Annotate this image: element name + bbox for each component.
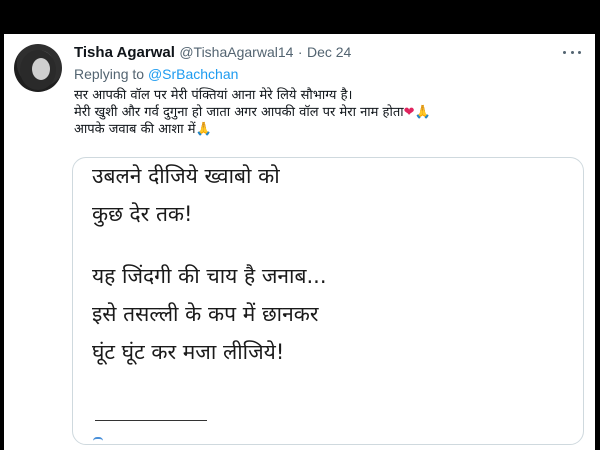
tweet-line-1: सर आपकी वॉल पर मेरी पंक्तियां आना मेरे ल… — [74, 87, 584, 104]
more-dot — [578, 50, 581, 54]
card-line-3: यह जिंदगी की चाय है जनाब... — [92, 264, 327, 288]
replying-to: Replying to @SrBachchan — [74, 66, 238, 82]
more-dot — [570, 50, 574, 54]
replying-to-label: Replying to — [74, 66, 145, 82]
pray-emoji-icon: 🙏 — [414, 105, 431, 120]
separator-dot: · — [297, 44, 303, 60]
author-handle[interactable]: @TishaAgarwal14 — [179, 44, 293, 60]
tweet-header: Tisha Agarwal @TishaAgarwal14 · Dec 24 — [74, 44, 351, 64]
mention-link[interactable]: @SrBachchan — [148, 66, 238, 82]
tweet-line-3-text: आपके जवाब की आशा में — [74, 122, 196, 137]
heart-emoji-icon: ❤ — [403, 105, 415, 120]
tweet-line-2: मेरी खुशी और गर्व दुगुना हो जाता अगर आपक… — [74, 104, 584, 121]
card-line-2: कुछ देर तक! — [92, 202, 193, 226]
divider-line — [95, 420, 207, 421]
tweet-text: सर आपकी वॉल पर मेरी पंक्तियां आना मेरे ल… — [74, 87, 584, 138]
tweet-line-3: आपके जवाब की आशा में🙏 — [74, 121, 584, 138]
avatar-face — [32, 58, 50, 80]
author-name[interactable]: Tisha Agarwal — [74, 44, 175, 61]
tweet-line-1-text: सर आपकी वॉल पर मेरी पंक्तियां आना मेरे ल… — [74, 88, 353, 103]
card-line-5: घूंट घूंट कर मजा लीजिये! — [92, 340, 285, 364]
avatar[interactable] — [14, 44, 62, 92]
screenshot-frame: Tisha Agarwal @TishaAgarwal14 · Dec 24 R… — [0, 0, 600, 450]
more-options-icon[interactable] — [563, 46, 581, 58]
card-line-1: उबलने दीजिये ख्वाबो को — [92, 164, 280, 188]
tweet-line-2-text: मेरी खुशी और गर्व दुगुना हो जाता अगर आपक… — [74, 105, 404, 120]
card-line-4: इसे तसल्ली के कप में छानकर — [92, 302, 319, 326]
image-card[interactable]: उबलने दीजिये ख्वाबो को कुछ देर तक! यह जि… — [72, 157, 584, 445]
tweet-date[interactable]: Dec 24 — [307, 44, 351, 60]
more-dot — [563, 50, 566, 54]
partial-mark-icon — [93, 437, 103, 444]
pray-emoji-icon: 🙏 — [195, 122, 212, 137]
tweet[interactable]: Tisha Agarwal @TishaAgarwal14 · Dec 24 R… — [4, 34, 595, 450]
